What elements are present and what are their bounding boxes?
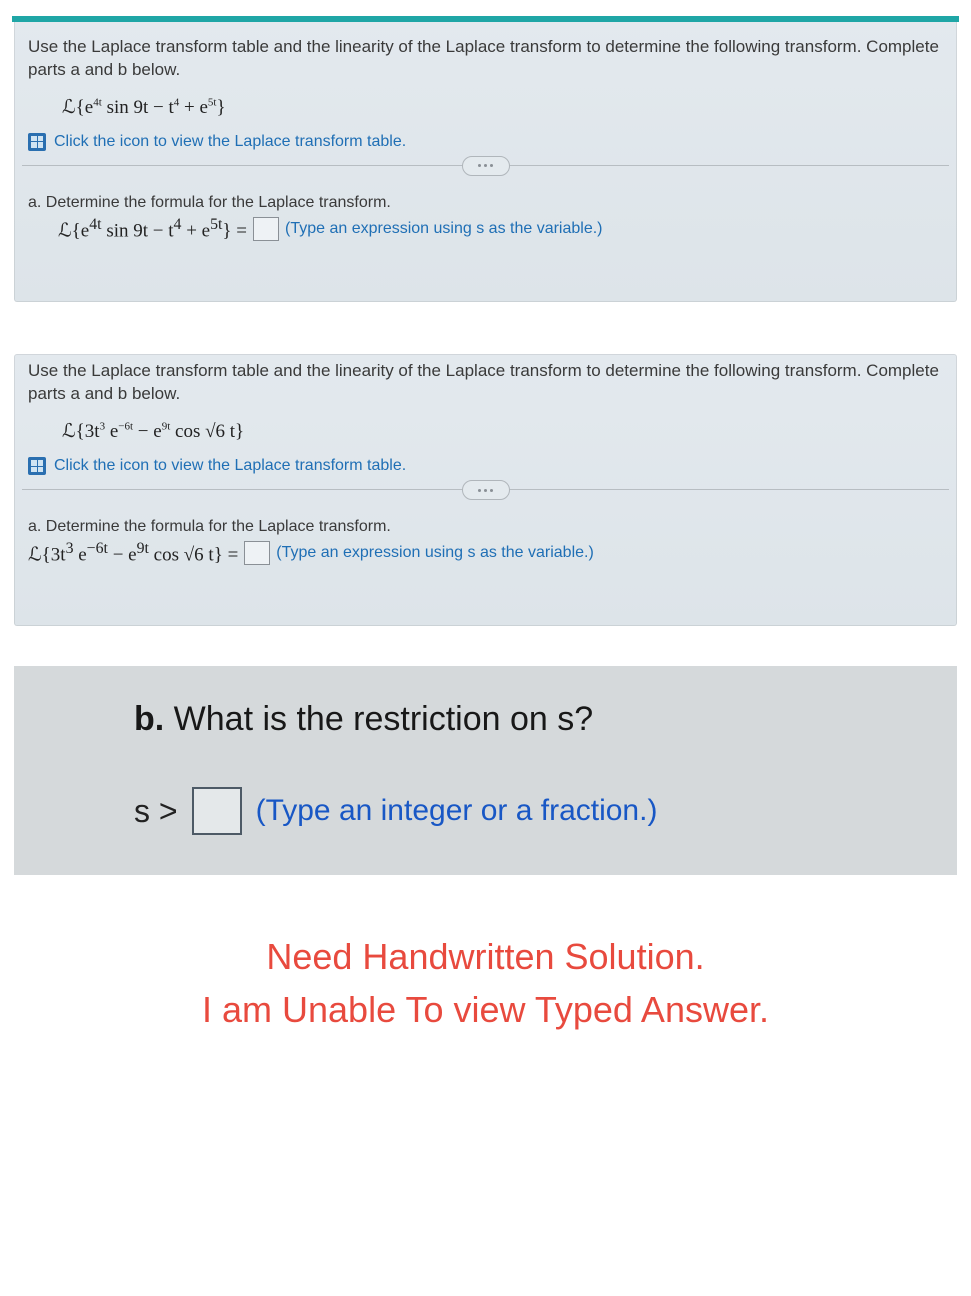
problem1-expression: ℒ{e4t sin 9t − t4 + e5t}	[14, 86, 957, 125]
part-b-rest: What is the restriction on s?	[164, 700, 593, 738]
problem1-part-a-hint: (Type an expression using s as the varia…	[285, 220, 603, 238]
expand-pill[interactable]	[462, 480, 510, 500]
answer-input-2[interactable]	[244, 541, 270, 565]
problem2-part-a-expression: ℒ{3t3 e−6t − e9t cos √6 t} =	[28, 540, 238, 566]
problem-panel-1: Use the Laplace transform table and the …	[14, 16, 957, 302]
note-line-2: I am Unable To view Typed Answer.	[20, 984, 951, 1036]
accent-bar	[12, 16, 959, 22]
part-b-answer-input[interactable]	[192, 787, 242, 835]
answer-input-1[interactable]	[253, 217, 279, 241]
expand-pill[interactable]	[462, 156, 510, 176]
view-table-label: Click the icon to view the Laplace trans…	[54, 133, 406, 151]
problem1-part-a-row: ℒ{e4t sin 9t − t4 + e5t} = (Type an expr…	[14, 214, 957, 242]
problem2-part-a-hint: (Type an expression using s as the varia…	[276, 544, 594, 562]
table-icon	[28, 457, 46, 475]
part-b-hint: (Type an integer or a fraction.)	[256, 794, 658, 828]
table-icon	[28, 133, 46, 151]
problem1-part-a-label: a. Determine the formula for the Laplace…	[14, 194, 957, 214]
part-b-lhs: s >	[134, 793, 178, 830]
part-b-panel: b. What is the restriction on s? s > (Ty…	[14, 666, 957, 875]
problem2-part-a-row: ℒ{3t3 e−6t − e9t cos √6 t} = (Type an ex…	[14, 538, 957, 566]
user-note: Need Handwritten Solution. I am Unable T…	[20, 931, 951, 1035]
problem2-expression: ℒ{3t3 e−6t − e9t cos √6 t}	[14, 410, 957, 449]
problem2-instruction: Use the Laplace transform table and the …	[14, 354, 957, 410]
part-b-row: s > (Type an integer or a fraction.)	[134, 787, 937, 835]
problem1-instruction: Use the Laplace transform table and the …	[14, 30, 957, 86]
view-table-label: Click the icon to view the Laplace trans…	[54, 457, 406, 475]
note-line-1: Need Handwritten Solution.	[20, 931, 951, 983]
part-b-prefix: b.	[134, 700, 164, 738]
part-b-title: b. What is the restriction on s?	[134, 700, 937, 739]
problem1-part-a-expression: ℒ{e4t sin 9t − t4 + e5t} =	[58, 216, 247, 242]
problem2-part-a-label: a. Determine the formula for the Laplace…	[14, 518, 957, 538]
problem-panel-2: Use the Laplace transform table and the …	[14, 354, 957, 626]
